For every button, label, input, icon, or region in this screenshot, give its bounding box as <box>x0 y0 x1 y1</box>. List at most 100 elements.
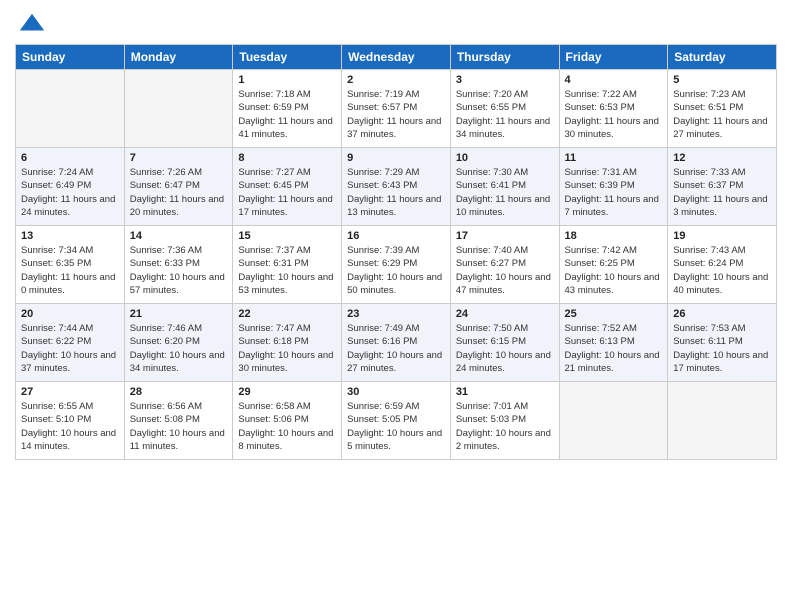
day-number: 6 <box>21 152 119 164</box>
calendar-cell: 3Sunrise: 7:20 AM Sunset: 6:55 PM Daylig… <box>450 70 559 148</box>
day-info: Sunrise: 7:53 AM Sunset: 6:11 PM Dayligh… <box>673 322 771 375</box>
calendar-cell: 1 Sunrise: 7:18 AM Sunset: 6:59 PM Daylig… <box>233 70 342 148</box>
day-info: Sunrise: 7:01 AM Sunset: 5:03 PM Dayligh… <box>456 400 554 453</box>
calendar-cell <box>559 382 668 460</box>
calendar-cell: 17Sunrise: 7:40 AM Sunset: 6:27 PM Dayli… <box>450 226 559 304</box>
day-number: 31 <box>456 386 554 398</box>
calendar-cell: 4 Sunrise: 7:22 AM Sunset: 6:53 PM Daylig… <box>559 70 668 148</box>
day-info: Sunrise: 7:31 AM Sunset: 6:39 PM Dayligh… <box>565 166 663 219</box>
day-number: 21 <box>130 308 228 320</box>
day-info: Sunrise: 7:30 AM Sunset: 6:41 PM Dayligh… <box>456 166 554 219</box>
logo <box>15 10 46 36</box>
calendar-cell: 7 Sunrise: 7:26 AM Sunset: 6:47 PM Daylig… <box>124 148 233 226</box>
calendar-cell: 23 Sunrise: 7:49 AM Sunset: 6:16 PM Dayli… <box>342 304 451 382</box>
calendar-cell: 6 Sunrise: 7:24 AM Sunset: 6:49 PM Daylig… <box>16 148 125 226</box>
day-number: 16 <box>347 230 445 242</box>
calendar-cell <box>16 70 125 148</box>
day-number: 7 <box>130 152 228 164</box>
col-header-wednesday: Wednesday <box>342 45 451 70</box>
calendar-cell: 13 Sunrise: 7:34 AM Sunset: 6:35 PM Dayli… <box>16 226 125 304</box>
day-info: Sunrise: 7:37 AM Sunset: 6:31 PM Dayligh… <box>238 244 336 297</box>
calendar-table: SundayMondayTuesdayWednesdayThursdayFrid… <box>15 44 777 460</box>
day-number: 27 <box>21 386 119 398</box>
col-header-saturday: Saturday <box>668 45 777 70</box>
calendar-cell: 31 Sunrise: 7:01 AM Sunset: 5:03 PM Dayli… <box>450 382 559 460</box>
calendar-cell: 9 Sunrise: 7:29 AM Sunset: 6:43 PM Daylig… <box>342 148 451 226</box>
day-number: 12 <box>673 152 771 164</box>
day-info: Sunrise: 7:24 AM Sunset: 6:49 PM Dayligh… <box>21 166 119 219</box>
day-number: 9 <box>347 152 445 164</box>
day-number: 1 <box>238 74 336 86</box>
day-info: Sunrise: 7:47 AM Sunset: 6:18 PM Dayligh… <box>238 322 336 375</box>
day-number: 13 <box>21 230 119 242</box>
calendar-cell <box>668 382 777 460</box>
day-info: Sunrise: 6:58 AM Sunset: 5:06 PM Dayligh… <box>238 400 336 453</box>
day-number: 23 <box>347 308 445 320</box>
day-number: 2 <box>347 74 445 86</box>
col-header-thursday: Thursday <box>450 45 559 70</box>
day-number: 25 <box>565 308 663 320</box>
col-header-friday: Friday <box>559 45 668 70</box>
day-number: 28 <box>130 386 228 398</box>
col-header-sunday: Sunday <box>16 45 125 70</box>
day-number: 19 <box>673 230 771 242</box>
day-number: 14 <box>130 230 228 242</box>
calendar-cell <box>124 70 233 148</box>
calendar-cell: 22Sunrise: 7:47 AM Sunset: 6:18 PM Dayli… <box>233 304 342 382</box>
calendar-cell: 27 Sunrise: 6:55 AM Sunset: 5:10 PM Dayli… <box>16 382 125 460</box>
day-number: 15 <box>238 230 336 242</box>
calendar-week-row: 20 Sunrise: 7:44 AM Sunset: 6:22 PM Dayli… <box>16 304 777 382</box>
calendar-cell: 19 Sunrise: 7:43 AM Sunset: 6:24 PM Dayli… <box>668 226 777 304</box>
calendar-cell: 21 Sunrise: 7:46 AM Sunset: 6:20 PM Dayli… <box>124 304 233 382</box>
calendar-cell: 2 Sunrise: 7:19 AM Sunset: 6:57 PM Daylig… <box>342 70 451 148</box>
day-info: Sunrise: 7:18 AM Sunset: 6:59 PM Dayligh… <box>238 88 336 141</box>
calendar-cell: 26 Sunrise: 7:53 AM Sunset: 6:11 PM Dayli… <box>668 304 777 382</box>
day-info: Sunrise: 7:19 AM Sunset: 6:57 PM Dayligh… <box>347 88 445 141</box>
calendar-cell: 16 Sunrise: 7:39 AM Sunset: 6:29 PM Dayli… <box>342 226 451 304</box>
calendar-week-row: 1 Sunrise: 7:18 AM Sunset: 6:59 PM Daylig… <box>16 70 777 148</box>
day-info: Sunrise: 7:34 AM Sunset: 6:35 PM Dayligh… <box>21 244 119 297</box>
calendar-cell: 5 Sunrise: 7:23 AM Sunset: 6:51 PM Daylig… <box>668 70 777 148</box>
day-number: 5 <box>673 74 771 86</box>
calendar-cell: 24Sunrise: 7:50 AM Sunset: 6:15 PM Dayli… <box>450 304 559 382</box>
day-info: Sunrise: 7:29 AM Sunset: 6:43 PM Dayligh… <box>347 166 445 219</box>
day-info: Sunrise: 7:49 AM Sunset: 6:16 PM Dayligh… <box>347 322 445 375</box>
logo-icon <box>18 10 46 38</box>
calendar-cell: 18Sunrise: 7:42 AM Sunset: 6:25 PM Dayli… <box>559 226 668 304</box>
day-info: Sunrise: 7:27 AM Sunset: 6:45 PM Dayligh… <box>238 166 336 219</box>
page: SundayMondayTuesdayWednesdayThursdayFrid… <box>0 0 792 612</box>
calendar-cell: 15 Sunrise: 7:37 AM Sunset: 6:31 PM Dayli… <box>233 226 342 304</box>
day-info: Sunrise: 7:39 AM Sunset: 6:29 PM Dayligh… <box>347 244 445 297</box>
day-info: Sunrise: 7:43 AM Sunset: 6:24 PM Dayligh… <box>673 244 771 297</box>
calendar-cell: 14 Sunrise: 7:36 AM Sunset: 6:33 PM Dayli… <box>124 226 233 304</box>
day-number: 26 <box>673 308 771 320</box>
day-number: 24 <box>456 308 554 320</box>
calendar-cell: 30 Sunrise: 6:59 AM Sunset: 5:05 PM Dayli… <box>342 382 451 460</box>
day-info: Sunrise: 7:52 AM Sunset: 6:13 PM Dayligh… <box>565 322 663 375</box>
col-header-monday: Monday <box>124 45 233 70</box>
day-info: Sunrise: 7:42 AM Sunset: 6:25 PM Dayligh… <box>565 244 663 297</box>
col-header-tuesday: Tuesday <box>233 45 342 70</box>
day-number: 20 <box>21 308 119 320</box>
day-number: 11 <box>565 152 663 164</box>
day-number: 8 <box>238 152 336 164</box>
day-info: Sunrise: 7:44 AM Sunset: 6:22 PM Dayligh… <box>21 322 119 375</box>
calendar-header-row: SundayMondayTuesdayWednesdayThursdayFrid… <box>16 45 777 70</box>
day-info: Sunrise: 7:23 AM Sunset: 6:51 PM Dayligh… <box>673 88 771 141</box>
day-info: Sunrise: 7:36 AM Sunset: 6:33 PM Dayligh… <box>130 244 228 297</box>
day-info: Sunrise: 7:22 AM Sunset: 6:53 PM Dayligh… <box>565 88 663 141</box>
day-number: 30 <box>347 386 445 398</box>
day-info: Sunrise: 6:59 AM Sunset: 5:05 PM Dayligh… <box>347 400 445 453</box>
day-number: 10 <box>456 152 554 164</box>
day-info: Sunrise: 7:46 AM Sunset: 6:20 PM Dayligh… <box>130 322 228 375</box>
calendar-week-row: 27 Sunrise: 6:55 AM Sunset: 5:10 PM Dayli… <box>16 382 777 460</box>
day-info: Sunrise: 6:55 AM Sunset: 5:10 PM Dayligh… <box>21 400 119 453</box>
calendar-cell: 29Sunrise: 6:58 AM Sunset: 5:06 PM Dayli… <box>233 382 342 460</box>
logo-text <box>15 10 46 38</box>
day-number: 17 <box>456 230 554 242</box>
calendar-week-row: 6 Sunrise: 7:24 AM Sunset: 6:49 PM Daylig… <box>16 148 777 226</box>
day-info: Sunrise: 7:20 AM Sunset: 6:55 PM Dayligh… <box>456 88 554 141</box>
calendar-cell: 20 Sunrise: 7:44 AM Sunset: 6:22 PM Dayli… <box>16 304 125 382</box>
day-number: 4 <box>565 74 663 86</box>
day-info: Sunrise: 7:26 AM Sunset: 6:47 PM Dayligh… <box>130 166 228 219</box>
